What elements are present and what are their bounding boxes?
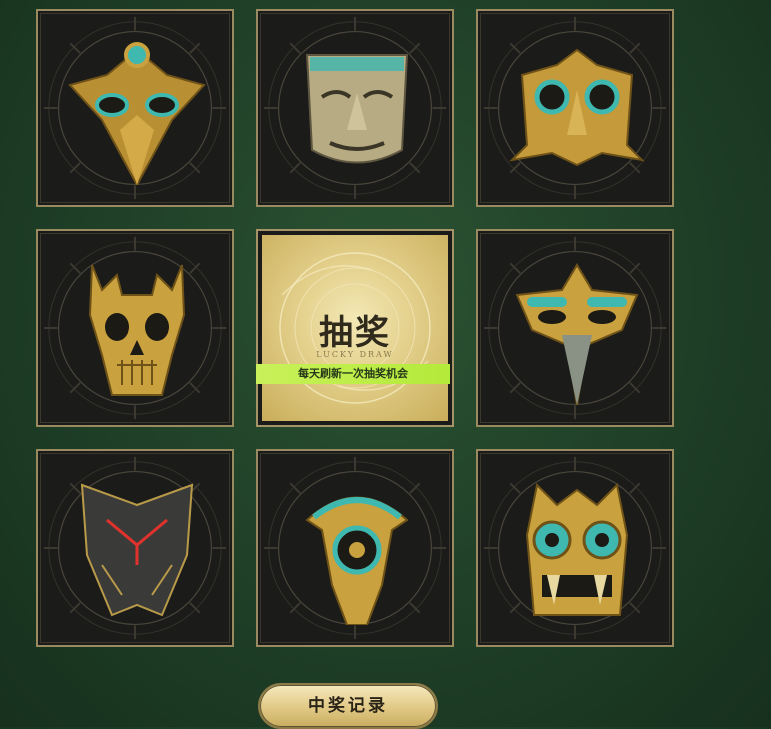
lucky-draw-title: 抽奖 — [319, 313, 391, 353]
sun-crest-mask-icon — [305, 496, 409, 625]
daily-refresh-note: 每天刷新一次抽奖机会 — [256, 364, 450, 384]
prize-slot-bronze-face-mask[interactable] — [256, 9, 454, 207]
lucky-draw-subtitle: LUCKY DRAW — [316, 350, 394, 359]
bronze-face-mask-icon — [305, 54, 409, 164]
prize-slot-bird-beak-mask[interactable] — [476, 229, 674, 427]
eagle-mask-icon — [68, 42, 206, 185]
winning-record-button[interactable]: 中奖记录 — [258, 683, 438, 729]
prize-slot-mech-helmet-mask[interactable] — [36, 449, 234, 647]
horned-skull-mask-icon — [88, 264, 186, 396]
prize-slot-sun-crest-mask[interactable] — [256, 449, 454, 647]
bird-beak-mask-icon — [515, 263, 639, 405]
prize-grid: 抽奖 LUCKY DRAW 每天刷新一次抽奖机会 — [0, 0, 771, 727]
mech-helmet-mask-icon — [80, 483, 194, 617]
prize-slot-owl-mask[interactable] — [476, 9, 674, 207]
prize-slot-horned-skull-mask[interactable] — [36, 229, 234, 427]
prize-slot-eagle-mask[interactable] — [36, 9, 234, 207]
prize-slot-jade-eye-fang-mask[interactable] — [476, 449, 674, 647]
jade-eye-fang-mask-icon — [525, 482, 629, 616]
owl-mask-icon — [509, 48, 645, 167]
lucky-draw-button[interactable]: 抽奖 LUCKY DRAW 每天刷新一次抽奖机会 — [256, 229, 454, 427]
